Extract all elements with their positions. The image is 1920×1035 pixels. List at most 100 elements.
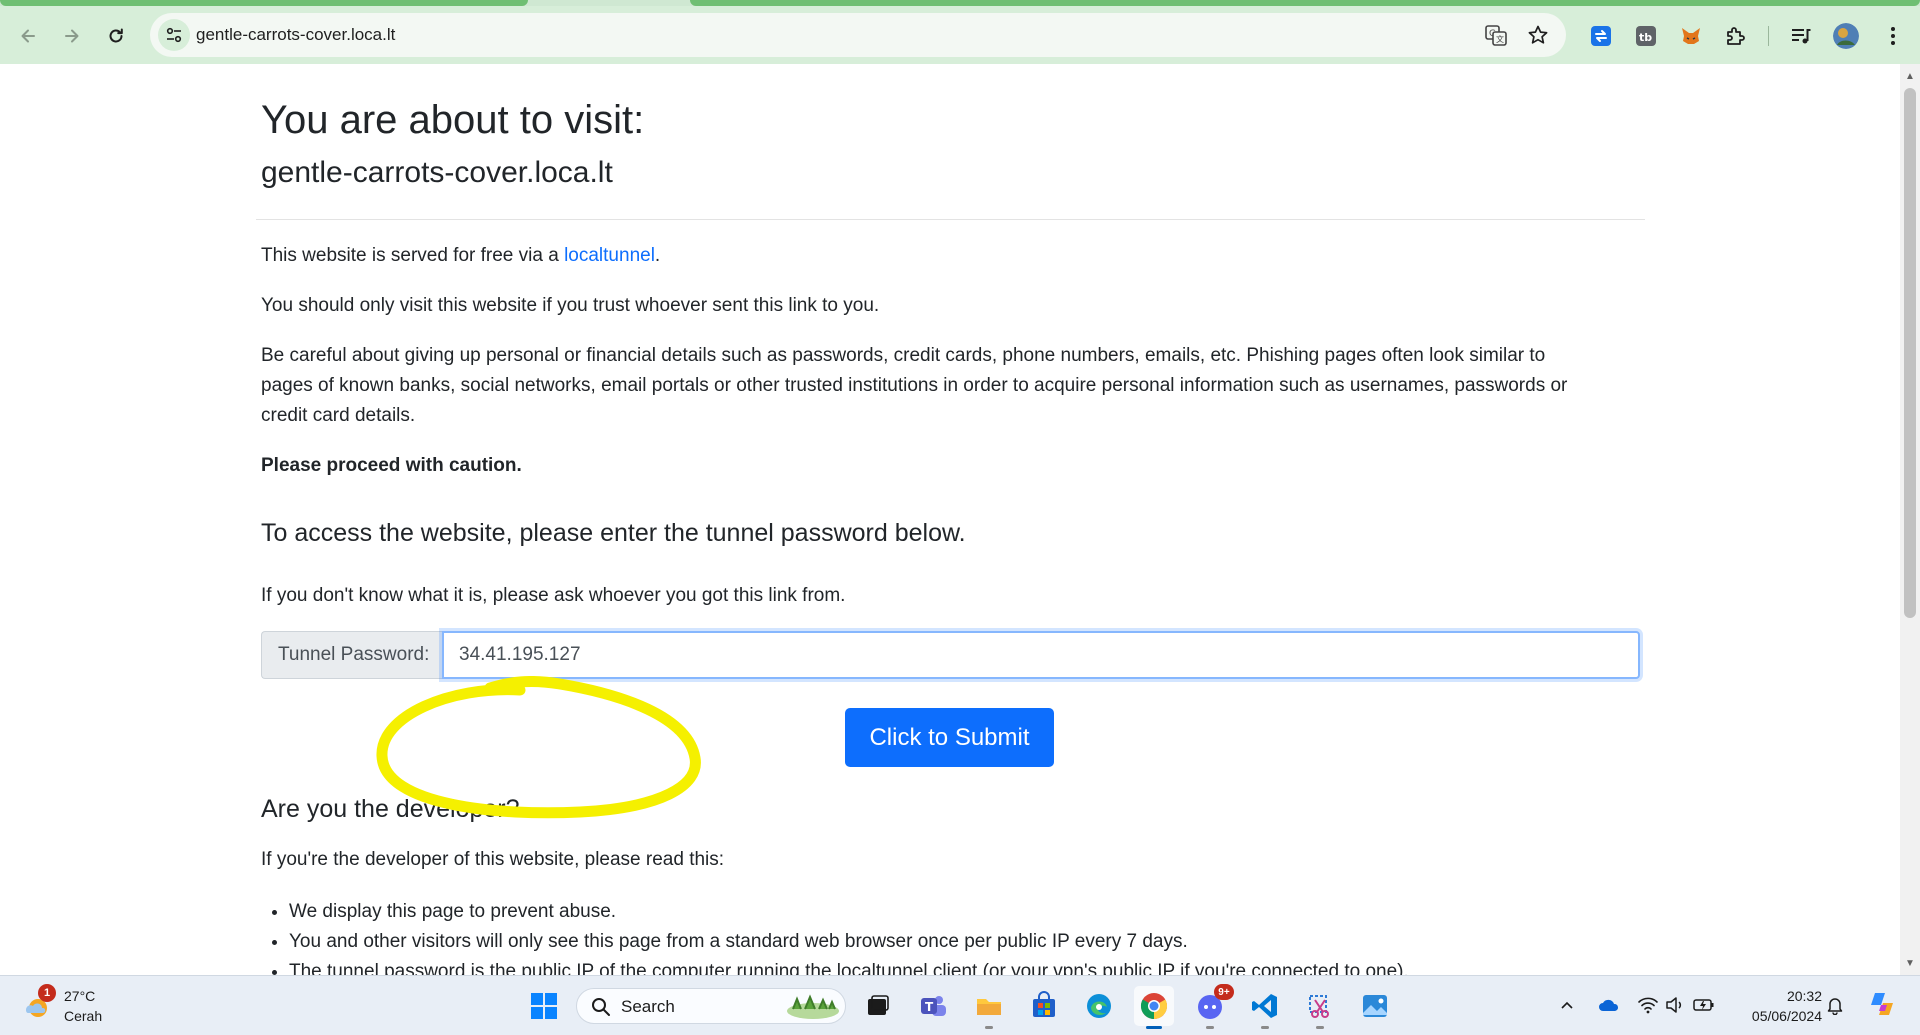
show-hidden-icons-button[interactable]	[1556, 994, 1578, 1016]
sync-extension-icon	[1591, 26, 1611, 46]
taskbar-store[interactable]	[1024, 986, 1064, 1026]
submit-button[interactable]: Click to Submit	[845, 708, 1054, 767]
chevron-up-icon	[1561, 1001, 1573, 1009]
extensions-button[interactable]	[1723, 23, 1749, 49]
intro-paragraph: This website is served for free via a lo…	[261, 241, 660, 271]
caution-text: Please proceed with caution.	[261, 455, 522, 476]
more-vertical-icon	[1891, 27, 1895, 45]
bookmark-star-button[interactable]	[1526, 23, 1550, 47]
taskbar-discord[interactable]: 9+	[1190, 984, 1234, 1029]
battery-icon	[1693, 999, 1714, 1011]
warning-line: credit card details.	[261, 405, 416, 426]
search-highlight-icon	[787, 994, 839, 1019]
chrome-icon	[1140, 993, 1168, 1020]
clock-time: 20:32	[1786, 988, 1822, 1004]
reload-button[interactable]	[98, 18, 134, 54]
developer-text: If you're the developer of this website,…	[261, 849, 725, 870]
profile-avatar-button[interactable]	[1833, 23, 1859, 49]
browser-toolbar: gentle-carrots-cover.loca.lt G 文 tb	[0, 6, 1920, 64]
start-button[interactable]	[524, 986, 564, 1026]
warning-paragraph: Be careful about giving up personal or f…	[261, 341, 1567, 431]
extension-sync-button[interactable]	[1588, 23, 1614, 49]
onedrive-tray[interactable]	[1598, 994, 1620, 1016]
windows-logo-icon	[531, 993, 557, 1019]
battery-tray[interactable]	[1693, 994, 1715, 1016]
scroll-up-arrow-icon[interactable]: ▲	[1904, 70, 1916, 82]
taskbar-chrome[interactable]	[1134, 986, 1174, 1029]
taskbar-photos[interactable]	[1355, 986, 1395, 1026]
browser-menu-button[interactable]	[1880, 23, 1906, 49]
temperature: 27°C	[64, 988, 96, 1004]
search-icon	[592, 998, 610, 1016]
address-bar[interactable]: gentle-carrots-cover.loca.lt G 文	[150, 13, 1566, 57]
divider	[256, 219, 1645, 220]
back-button[interactable]	[10, 18, 46, 54]
taskbar: 1 27°C Cerah Search T 9+ 20:32 05/06/202…	[0, 975, 1920, 1035]
weather-widget[interactable]: 1 27°C Cerah	[20, 984, 120, 1028]
weather-condition: Cerah	[64, 1008, 103, 1024]
bell-icon	[1827, 998, 1843, 1015]
taskbar-teams[interactable]: T	[913, 986, 953, 1026]
notifications-button[interactable]	[1824, 994, 1846, 1016]
teams-icon: T	[921, 996, 946, 1016]
taskbar-edge[interactable]	[1079, 986, 1119, 1026]
scroll-down-arrow-icon[interactable]: ▼	[1904, 957, 1916, 969]
tunnel-password-input[interactable]	[442, 631, 1640, 679]
weather-badge: 1	[38, 984, 56, 1002]
extension-metamask-button[interactable]	[1678, 23, 1704, 49]
taskbar-task-view[interactable]	[858, 986, 898, 1026]
forward-button[interactable]	[54, 18, 90, 54]
taskbar-file-explorer[interactable]	[969, 986, 1009, 1029]
password-input-group: Tunnel Password:	[261, 631, 1640, 679]
list-item: The tunnel password is the public IP of …	[289, 957, 1409, 975]
svg-text:tb: tb	[1639, 31, 1652, 44]
copilot-button[interactable]	[1866, 988, 1898, 1020]
active-indicator	[1146, 1026, 1162, 1029]
password-label: Tunnel Password:	[261, 631, 442, 679]
taskbar-vscode[interactable]	[1245, 986, 1285, 1029]
developer-list: We display this page to prevent abuse. Y…	[289, 897, 1409, 975]
photos-icon	[1363, 995, 1387, 1017]
intro-suffix: .	[654, 245, 661, 266]
translate-button[interactable]: G 文	[1484, 23, 1508, 47]
intro-text: This website is served for free via a	[261, 245, 565, 266]
store-icon	[1033, 991, 1055, 1017]
vertical-scrollbar[interactable]: ▲ ▼	[1900, 64, 1920, 975]
url-text[interactable]: gentle-carrots-cover.loca.lt	[196, 25, 395, 45]
toolbar-separator	[1768, 26, 1769, 46]
task-view-icon	[868, 995, 889, 1015]
list-item: We display this page to prevent abuse.	[289, 897, 1409, 927]
extension-tb-button[interactable]: tb	[1633, 23, 1659, 49]
copilot-icon	[1871, 993, 1893, 1015]
running-indicator	[1316, 1026, 1324, 1029]
taskbar-snipping-tool[interactable]	[1300, 986, 1340, 1029]
notification-badge: 9+	[1214, 984, 1234, 1000]
volume-tray[interactable]	[1664, 994, 1686, 1016]
clock-date: 05/06/2024	[1751, 1008, 1822, 1024]
taskbar-clock[interactable]: 20:32 05/06/2024	[1732, 986, 1822, 1026]
speaker-icon	[1666, 997, 1682, 1013]
scrollbar-thumb[interactable]	[1904, 88, 1916, 618]
running-indicator	[1206, 1026, 1214, 1029]
edge-icon	[1087, 994, 1111, 1018]
translate-icon: G 文	[1485, 25, 1507, 46]
reload-icon	[109, 28, 123, 43]
developer-heading: Are you the developer?	[261, 795, 520, 823]
warning-line: Be careful about giving up personal or f…	[261, 345, 1546, 366]
page-viewport: You are about to visit: gentle-carrots-c…	[0, 64, 1900, 975]
running-indicator	[1261, 1026, 1269, 1029]
star-icon	[1528, 25, 1548, 44]
svg-text:文: 文	[1496, 34, 1504, 44]
folder-icon	[977, 999, 1001, 1015]
queue-music-icon	[1792, 29, 1811, 44]
site-info-button[interactable]	[158, 19, 190, 51]
taskbar-search[interactable]: Search	[576, 988, 846, 1024]
visit-host: gentle-carrots-cover.loca.lt	[261, 156, 613, 189]
localtunnel-link[interactable]: localtunnel	[564, 245, 655, 266]
wifi-tray[interactable]	[1637, 994, 1659, 1016]
trust-paragraph: You should only visit this website if yo…	[261, 295, 880, 316]
fox-extension-icon	[1682, 28, 1700, 44]
media-controls-button[interactable]	[1788, 23, 1814, 49]
vscode-icon	[1252, 994, 1277, 1018]
snipping-tool-icon	[1309, 995, 1329, 1018]
